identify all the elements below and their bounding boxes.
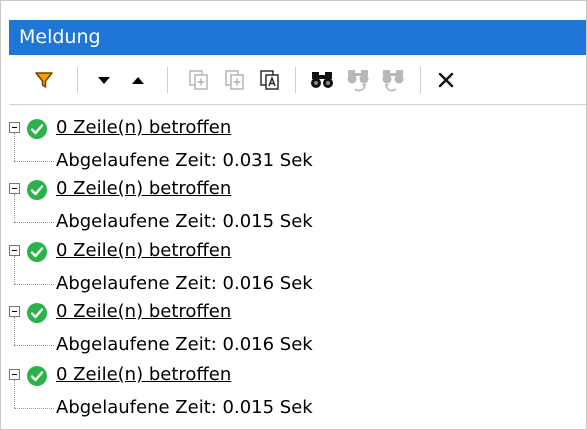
copy-text-icon (260, 70, 279, 90)
clear-button[interactable] (431, 65, 461, 95)
tree-line (14, 408, 54, 409)
copy-text-button[interactable] (255, 65, 285, 95)
copy-selected-button[interactable] (184, 65, 214, 95)
collapse-toggle[interactable] (9, 306, 20, 317)
success-check-icon (27, 242, 47, 262)
find-next-icon (382, 70, 404, 92)
tree-line (14, 380, 15, 408)
panel-title: Meldung (9, 20, 586, 55)
message-toolbar (9, 55, 586, 105)
message-group: 0 Zeile(n) betroffen Abgelaufene Zeit: 0… (9, 170, 429, 232)
message-window: Meldung 0 Zeile(n) betroffen Abgelaufene… (0, 0, 587, 430)
success-check-icon (27, 303, 47, 323)
toolbar-separator (295, 67, 296, 93)
success-check-icon (27, 119, 47, 139)
copy-all-button[interactable] (220, 65, 250, 95)
previous-message-button[interactable] (123, 65, 153, 95)
collapse-toggle[interactable] (9, 183, 20, 194)
toolbar-separator (77, 67, 78, 93)
elapsed-time: Abgelaufene Zeit: 0.015 Sek (56, 211, 313, 232)
affected-rows-link[interactable]: 0 Zeile(n) betroffen (56, 117, 231, 138)
tree-line (14, 317, 15, 345)
elapsed-time: Abgelaufene Zeit: 0.016 Sek (56, 273, 313, 294)
tree-line (14, 256, 15, 284)
tree-line (14, 161, 54, 162)
affected-rows-link[interactable]: 0 Zeile(n) betroffen (56, 178, 231, 199)
find-next-button[interactable] (378, 65, 408, 95)
affected-rows-link[interactable]: 0 Zeile(n) betroffen (56, 364, 231, 385)
tree-line (14, 222, 54, 223)
find-previous-button[interactable] (343, 65, 373, 95)
close-icon (438, 72, 454, 88)
affected-rows-link[interactable]: 0 Zeile(n) betroffen (56, 240, 231, 261)
collapse-toggle[interactable] (9, 122, 20, 133)
success-check-icon (27, 180, 47, 200)
tree-line (14, 284, 54, 285)
success-check-icon (27, 366, 47, 386)
tree-line (14, 133, 15, 161)
filter-button[interactable] (29, 65, 59, 95)
find-button[interactable] (307, 65, 337, 95)
toolbar-separator (167, 67, 168, 93)
message-group: 0 Zeile(n) betroffen Abgelaufene Zeit: 0… (9, 232, 429, 294)
copy-selected-icon (189, 70, 208, 90)
filter-icon (35, 72, 53, 88)
message-tree: 0 Zeile(n) betroffen Abgelaufene Zeit: 0… (9, 105, 586, 429)
find-previous-icon (347, 70, 369, 92)
collapse-toggle[interactable] (9, 245, 20, 256)
arrow-down-icon (98, 77, 110, 84)
elapsed-time: Abgelaufene Zeit: 0.015 Sek (56, 397, 313, 418)
toolbar-separator (420, 67, 421, 93)
next-message-button[interactable] (89, 65, 119, 95)
tree-line (14, 345, 54, 346)
collapse-toggle[interactable] (9, 369, 20, 380)
tree-line (14, 194, 15, 222)
elapsed-time: Abgelaufene Zeit: 0.016 Sek (56, 334, 313, 355)
message-group: 0 Zeile(n) betroffen Abgelaufene Zeit: 0… (9, 356, 429, 418)
affected-rows-link[interactable]: 0 Zeile(n) betroffen (56, 301, 231, 322)
message-group: 0 Zeile(n) betroffen Abgelaufene Zeit: 0… (9, 109, 429, 171)
arrow-up-icon (132, 77, 144, 84)
elapsed-time: Abgelaufene Zeit: 0.031 Sek (56, 150, 313, 171)
message-group: 0 Zeile(n) betroffen Abgelaufene Zeit: 0… (9, 293, 429, 355)
copy-all-icon (225, 70, 244, 90)
binoculars-icon (311, 72, 333, 88)
